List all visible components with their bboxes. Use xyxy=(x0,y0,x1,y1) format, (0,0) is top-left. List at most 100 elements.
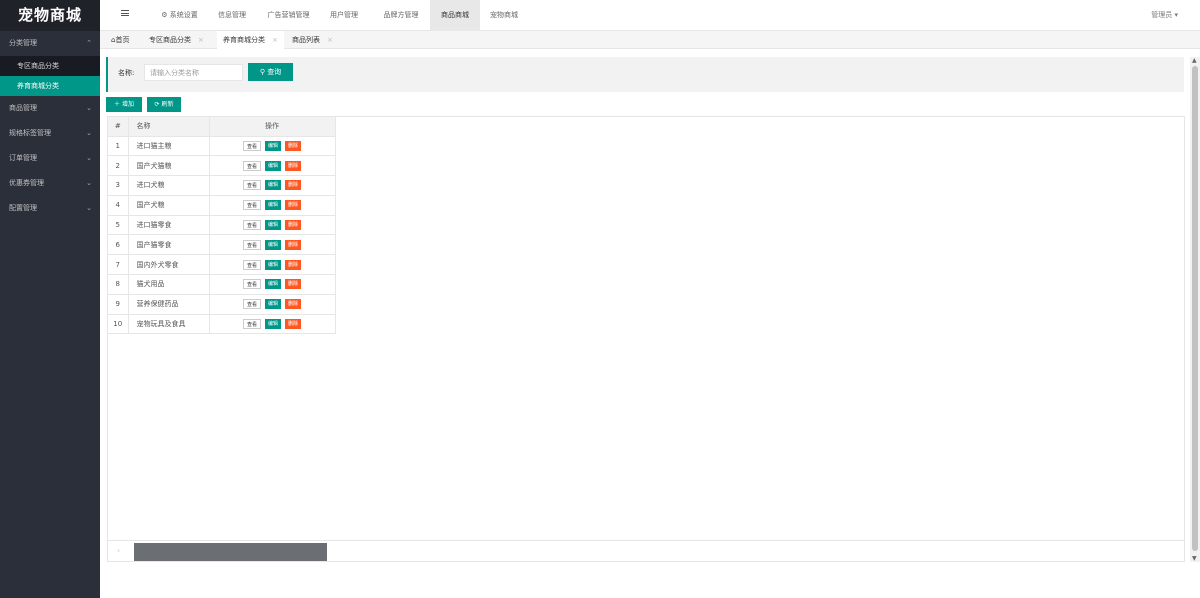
column-header-actions: 操作 xyxy=(209,117,336,137)
delete-button[interactable]: 删除 xyxy=(285,140,302,151)
user-menu[interactable]: 管理员 ▾ xyxy=(1151,0,1178,31)
sidebar-subitem-0[interactable]: 专区商品分类 xyxy=(0,56,100,76)
scroll-up-icon[interactable]: ▲ xyxy=(1192,57,1197,64)
row-name: 国产猫零食 xyxy=(128,234,210,256)
delete-button[interactable]: 删除 xyxy=(285,220,302,231)
close-icon[interactable]: × xyxy=(272,36,278,44)
view-button[interactable]: 查看 xyxy=(242,140,261,151)
view-button[interactable]: 查看 xyxy=(242,279,261,290)
edit-button[interactable]: 编辑 xyxy=(264,319,281,330)
edit-button[interactable]: 编辑 xyxy=(264,220,281,231)
table-row: 3 进口犬粮 查看 编辑 删除 xyxy=(108,175,336,196)
row-index: 2 xyxy=(108,155,129,177)
row-actions: 查看 编辑 删除 xyxy=(209,155,336,177)
sidebar-menu-1[interactable]: 商品管理 ⌄ xyxy=(0,96,100,121)
row-name: 进口猫主粮 xyxy=(128,136,210,157)
chevron-down-icon: ⌄ xyxy=(86,129,92,137)
scrollbar-thumb[interactable] xyxy=(134,543,327,561)
add-button[interactable]: ＋ 增加 xyxy=(106,97,142,112)
sidebar-menu-4[interactable]: 优惠券管理 ⌄ xyxy=(0,171,100,196)
view-button[interactable]: 查看 xyxy=(242,299,261,310)
delete-button[interactable]: 删除 xyxy=(285,200,302,211)
scroll-down-icon[interactable]: ▼ xyxy=(1192,555,1197,562)
sidebar-submenu: 专区商品分类 养育商城分类 xyxy=(0,56,100,96)
table-row: 5 进口猫零食 查看 编辑 删除 xyxy=(108,215,336,236)
delete-button[interactable]: 删除 xyxy=(285,239,302,250)
nav-ad-management[interactable]: 广告营销管理 xyxy=(257,0,320,31)
sidebar-menu-0[interactable]: 分类管理 ⌃ xyxy=(0,31,100,56)
row-index: 6 xyxy=(108,234,129,256)
edit-button[interactable]: 编辑 xyxy=(264,200,281,211)
row-index: 9 xyxy=(108,294,129,315)
column-header-name: 名称 xyxy=(128,117,210,137)
nav-info-management[interactable]: 信息管理 xyxy=(207,0,257,31)
menu-toggle-icon[interactable] xyxy=(121,10,129,16)
sidebar-menu-label: 配置管理 xyxy=(9,204,37,212)
edit-button[interactable]: 编辑 xyxy=(264,239,281,250)
row-name: 国产犬粮 xyxy=(128,195,210,216)
search-icon: ⚲ xyxy=(259,68,265,76)
view-button[interactable]: 查看 xyxy=(242,220,261,231)
row-index: 7 xyxy=(108,254,129,276)
nav-brand-management[interactable]: 品牌方管理 xyxy=(368,0,434,31)
edit-button[interactable]: 编辑 xyxy=(264,299,281,310)
table-row: 8 猫犬用品 查看 编辑 删除 xyxy=(108,274,336,295)
search-input[interactable] xyxy=(144,64,243,81)
close-icon[interactable]: × xyxy=(327,36,333,44)
sidebar-menu-5[interactable]: 配置管理 ⌄ xyxy=(0,196,100,221)
row-index: 3 xyxy=(108,175,129,196)
search-label: 名称: xyxy=(118,69,135,77)
sidebar-menu-3[interactable]: 订单管理 ⌄ xyxy=(0,146,100,171)
edit-button[interactable]: 编辑 xyxy=(264,279,281,290)
edit-button[interactable]: 编辑 xyxy=(264,140,281,151)
table-row: 4 国产犬粮 查看 编辑 删除 xyxy=(108,195,336,216)
delete-button[interactable]: 删除 xyxy=(285,259,302,270)
row-actions: 查看 编辑 删除 xyxy=(209,254,336,276)
row-name: 宠物玩具及食具 xyxy=(128,314,210,335)
row-index: 1 xyxy=(108,136,129,157)
gear-icon: ⚙ xyxy=(161,11,168,19)
delete-button[interactable]: 删除 xyxy=(285,279,302,290)
row-name: 国产犬猫粮 xyxy=(128,155,210,177)
vertical-scrollbar[interactable]: ▲ ▼ xyxy=(1190,57,1200,562)
row-actions: 查看 编辑 删除 xyxy=(209,274,336,295)
row-actions: 查看 编辑 删除 xyxy=(209,294,336,315)
tab-home[interactable]: ⌂首页 xyxy=(105,31,143,49)
row-actions: 查看 编辑 删除 xyxy=(209,215,336,236)
refresh-icon: ⟳ xyxy=(154,101,160,108)
nav-system-settings[interactable]: ⚙ 系统设置 xyxy=(152,0,207,31)
sidebar-menu-label: 优惠券管理 xyxy=(9,179,44,187)
sidebar-menu-label: 商品管理 xyxy=(9,104,37,112)
tab-zone-category[interactable]: 专区商品分类 × xyxy=(143,31,212,49)
nav-pet-mall[interactable]: 宠物商城 xyxy=(480,0,528,31)
delete-button[interactable]: 删除 xyxy=(285,160,302,171)
chevron-up-icon: ⌃ xyxy=(86,39,92,47)
edit-button[interactable]: 编辑 xyxy=(264,160,281,171)
edit-button[interactable]: 编辑 xyxy=(264,180,281,191)
view-button[interactable]: 查看 xyxy=(242,180,261,191)
tab-goods-list[interactable]: 商品列表 × xyxy=(286,31,338,49)
nav-user-management[interactable]: 用户管理 xyxy=(320,0,368,31)
view-button[interactable]: 查看 xyxy=(242,259,261,270)
delete-button[interactable]: 删除 xyxy=(285,319,302,330)
table-row: 7 国内外犬零食 查看 编辑 删除 xyxy=(108,254,336,276)
sidebar-subitem-1[interactable]: 养育商城分类 xyxy=(0,76,100,96)
view-button[interactable]: 查看 xyxy=(242,239,261,250)
row-name: 营养保健药品 xyxy=(128,294,210,315)
horizontal-scrollbar[interactable]: ‹ xyxy=(108,540,1184,561)
delete-button[interactable]: 删除 xyxy=(285,299,302,310)
view-button[interactable]: 查看 xyxy=(242,160,261,171)
view-button[interactable]: 查看 xyxy=(242,200,261,211)
refresh-button[interactable]: ⟳ 刷新 xyxy=(147,97,181,112)
scrollbar-thumb[interactable] xyxy=(1192,66,1198,551)
edit-button[interactable]: 编辑 xyxy=(264,259,281,270)
delete-button[interactable]: 删除 xyxy=(285,180,302,191)
view-button[interactable]: 查看 xyxy=(242,319,261,330)
sidebar-menu-2[interactable]: 规格标签管理 ⌄ xyxy=(0,121,100,146)
scroll-left-icon[interactable]: ‹ xyxy=(117,546,120,555)
close-icon[interactable]: × xyxy=(198,36,204,44)
chevron-down-icon: ⌄ xyxy=(86,179,92,187)
tab-breed-category[interactable]: 养育商城分类 × xyxy=(217,31,284,49)
search-button[interactable]: ⚲ 查询 xyxy=(248,63,293,81)
nav-goods-mall[interactable]: 商品商城 xyxy=(430,0,480,31)
